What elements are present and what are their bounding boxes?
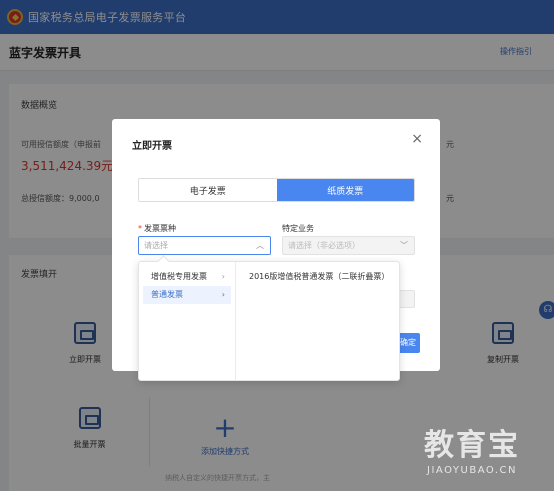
chevron-right-icon: ›: [221, 272, 225, 281]
invoice-type-placeholder: 请选择: [144, 241, 168, 250]
tab-electronic-invoice[interactable]: 电子发票: [139, 179, 277, 201]
invoice-type-field-label: * 发票票种: [138, 223, 176, 234]
chevron-down-icon: ﹀: [400, 241, 408, 250]
invoice-medium-tabs: 电子发票 纸质发票: [138, 178, 415, 202]
cascader-option-label: 普通发票: [151, 290, 183, 299]
special-business-label: 特定业务: [282, 224, 314, 233]
cascader-option-vat-special[interactable]: 增值税专用发票 ›: [143, 268, 231, 286]
cascader-level1: 增值税专用发票 › 普通发票 ›: [139, 262, 236, 380]
special-business-select[interactable]: 请选择（非必选项） ﹀: [282, 236, 415, 255]
cascader-level2: 2016版增值税普通发票（二联折叠票）: [237, 262, 399, 286]
watermark-en: JIAOYUBAO.CN: [427, 465, 517, 476]
chevron-up-icon: ︿: [256, 241, 264, 250]
modal-title: 立即开票: [132, 141, 172, 152]
required-mark: *: [138, 224, 142, 233]
watermark-logo: 教育宝 JIAOYUBAO.CN: [424, 420, 520, 476]
watermark-cn: 教育宝: [424, 428, 520, 463]
invoice-type-label: 发票票种: [144, 224, 176, 233]
cascader-option-2016-vat-general[interactable]: 2016版增值税普通发票（二联折叠票）: [241, 268, 395, 286]
invoice-type-cascader: 增值税专用发票 › 普通发票 › 2016版增值税普通发票（二联折叠票）: [138, 261, 400, 381]
tab-paper-invoice[interactable]: 纸质发票: [276, 179, 414, 201]
invoice-type-select[interactable]: 请选择 ︿: [138, 236, 271, 255]
cascader-option-label: 增值税专用发票: [151, 272, 207, 281]
close-icon[interactable]: ×: [411, 131, 423, 147]
chevron-right-icon: ›: [221, 290, 225, 299]
cascader-option-general[interactable]: 普通发票 ›: [143, 286, 231, 304]
special-business-placeholder: 请选择（非必选项）: [288, 241, 360, 250]
